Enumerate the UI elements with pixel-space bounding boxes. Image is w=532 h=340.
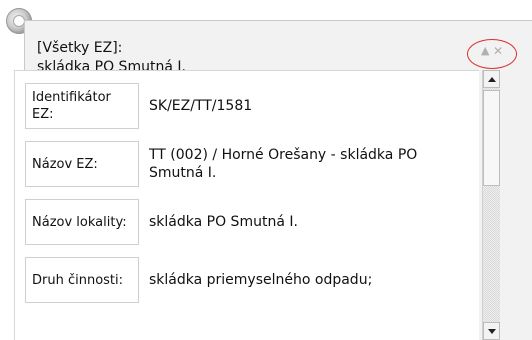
popup-controls: ▲ ✕ (467, 39, 519, 69)
attribute-value: skládka PO Smutná I. (149, 214, 298, 230)
attribute-row: Identifikátor EZ: SK/EZ/TT/1581 (15, 83, 479, 129)
popup-title-line1: [Všetky EZ]: (37, 40, 123, 56)
attribute-value: skládka priemyselného odpadu; (149, 272, 373, 288)
scroll-up-icon[interactable] (483, 70, 500, 88)
minimize-icon[interactable]: ▲ (481, 45, 489, 57)
vertical-scrollbar[interactable] (482, 70, 500, 340)
scroll-up-arrow (487, 76, 496, 82)
attribute-row: Názov EZ: TT (002) / Horné Orešany - skl… (15, 141, 479, 187)
attribute-row: Názov lokality: skládka PO Smutná I. (15, 199, 479, 245)
scroll-down-icon[interactable] (483, 322, 500, 340)
attribute-label: Názov EZ: (25, 141, 139, 187)
annotation-circle (467, 39, 517, 69)
scroll-down-arrow (487, 328, 496, 334)
scrollbar-thumb[interactable] (483, 90, 500, 186)
close-icon[interactable]: ✕ (493, 45, 503, 57)
attribute-value: TT (002) / Horné Orešany - skládka PO Sm… (149, 147, 418, 181)
map-view: [Všetky EZ]: skládka PO Smutná I. ▲ ✕ Id… (0, 0, 532, 340)
attribute-row: Druh činnosti: skládka priemyselného odp… (15, 257, 479, 303)
popup-content: Identifikátor EZ: SK/EZ/TT/1581 Názov EZ… (14, 70, 479, 340)
attribute-label: Názov lokality: (25, 199, 139, 245)
attribute-value: SK/EZ/TT/1581 (149, 98, 253, 114)
attribute-label: Druh činnosti: (25, 257, 139, 303)
attribute-label: Identifikátor EZ: (25, 83, 139, 129)
